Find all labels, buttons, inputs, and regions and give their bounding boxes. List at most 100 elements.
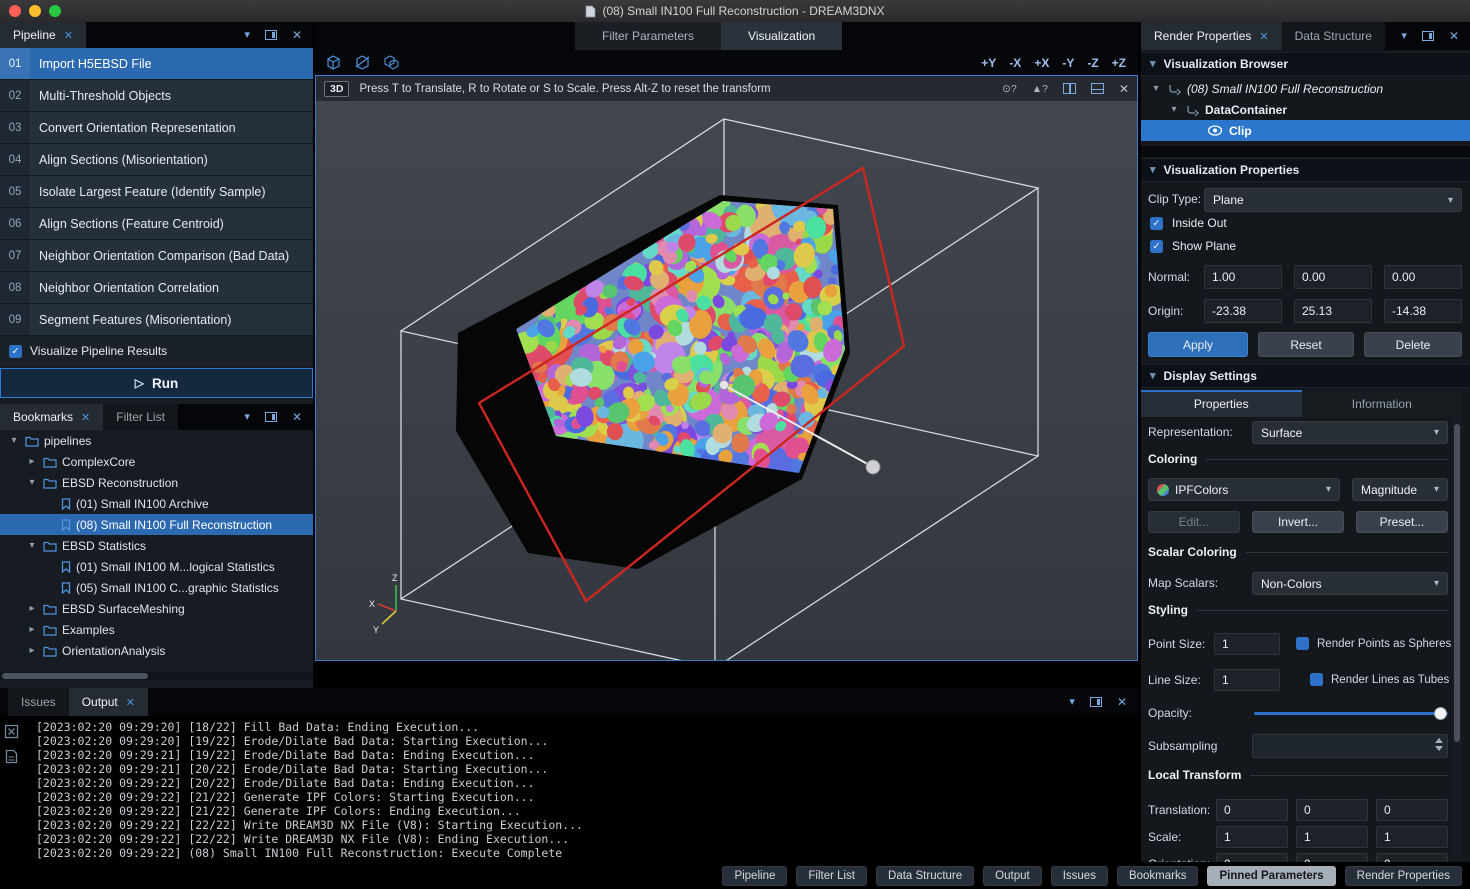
dock-menu-icon[interactable]: ▾ [244,30,250,41]
browser-row-clip[interactable]: Clip [1141,120,1470,141]
clip-geometry-icon[interactable] [353,53,372,72]
origin-x-input[interactable]: -23.38 [1204,299,1282,323]
apply-button[interactable]: Apply [1148,332,1248,357]
center-tab[interactable]: Visualization [721,22,842,50]
tree-chevron-icon[interactable]: ▾ [8,435,20,446]
center-tab[interactable]: Filter Parameters [575,22,721,50]
tab-filter-list[interactable]: Filter List [103,404,178,430]
clip-type-dropdown[interactable]: Plane ▾ [1204,188,1462,212]
status-bar-button[interactable]: Pinned Parameters [1207,866,1335,886]
tree-chevron-icon[interactable]: ▸ [26,456,38,467]
split-view-horizontal-icon[interactable] [1091,83,1104,94]
origin-z-input[interactable]: -14.38 [1384,299,1462,323]
tab-render-properties[interactable]: Render Properties ✕ [1141,22,1282,50]
view-dimension-badge[interactable]: 3D [324,81,349,97]
scrollbar-thumb[interactable] [2,673,148,679]
pipeline-step[interactable]: 04 Align Sections (Misorientation) [0,144,313,176]
status-bar-button[interactable]: Issues [1051,866,1108,886]
browser-row-pipeline[interactable]: ▾ (08) Small IN100 Full Reconstruction [1141,78,1470,99]
bookmark-tree-item[interactable]: (05) Small IN100 C...graphic Statistics [0,577,313,598]
dock-menu-icon[interactable]: ▾ [1069,697,1075,708]
tree-chevron-icon[interactable]: ▾ [1150,83,1162,94]
collapse-section-icon[interactable]: ▾ [1150,59,1156,70]
float-panel-icon[interactable] [265,30,277,40]
view-orientation-button[interactable]: +X [1034,56,1049,70]
minimize-window-button[interactable] [29,5,41,17]
origin-y-input[interactable]: 25.13 [1294,299,1372,323]
status-bar-button[interactable]: Filter List [796,866,867,886]
tree-chevron-icon[interactable]: ▸ [26,624,38,635]
translation-x-input[interactable]: 0 [1216,799,1288,821]
normal-x-input[interactable]: 1.00 [1204,265,1282,289]
close-tab-icon[interactable]: ✕ [1259,30,1268,43]
normal-y-input[interactable]: 0.00 [1294,265,1372,289]
float-panel-icon[interactable] [265,412,277,422]
tab-display-information[interactable]: Information [1302,390,1463,417]
bookmark-tree-item[interactable]: ▾ EBSD Statistics [0,535,313,556]
slice-geometry-icon[interactable] [382,53,401,72]
tree-chevron-icon[interactable]: ▸ [26,603,38,614]
probe-help-icon[interactable]: ⊙? [1002,83,1017,95]
status-bar-button[interactable]: Output [983,866,1042,886]
subsampling-spinbox[interactable] [1252,734,1448,758]
map-scalars-dropdown[interactable]: Non-Colors ▾ [1252,572,1448,595]
close-panel-icon[interactable]: ✕ [292,29,302,41]
translation-z-input[interactable]: 0 [1376,799,1448,821]
bookmark-tree-item[interactable]: ▸ EBSD SurfaceMeshing [0,598,313,619]
close-panel-icon[interactable]: ✕ [1117,696,1127,708]
pipeline-step[interactable]: 06 Align Sections (Feature Centroid) [0,208,313,240]
visualization-properties-header[interactable]: ▾ Visualization Properties [1141,158,1470,182]
edit-colors-button[interactable]: Edit... [1148,511,1240,533]
visualization-browser-header[interactable]: ▾ Visualization Browser [1141,52,1470,76]
bookmark-tree-item[interactable]: ▸ OrientationAnalysis [0,640,313,661]
reset-button[interactable]: Reset [1258,332,1354,357]
opacity-slider[interactable] [1254,712,1448,715]
render-points-checkbox[interactable] [1296,637,1309,650]
visualize-results-checkbox[interactable]: ✓ [9,345,22,358]
status-bar-button[interactable]: Data Structure [876,866,974,886]
view-orientation-button[interactable]: -Y [1062,56,1074,70]
view-orientation-button[interactable]: -X [1009,56,1021,70]
tree-chevron-icon[interactable]: ▾ [1168,104,1180,115]
delete-button[interactable]: Delete [1364,332,1462,357]
dock-menu-icon[interactable]: ▾ [1401,31,1407,42]
close-view-icon[interactable]: ✕ [1119,82,1129,96]
save-log-icon[interactable] [5,749,18,764]
browser-row-datacontainer[interactable]: ▾ DataContainer [1141,99,1470,120]
visibility-eye-icon[interactable] [1207,125,1223,136]
clear-output-icon[interactable] [4,724,19,739]
float-panel-icon[interactable] [1422,31,1434,41]
pipeline-step[interactable]: 09 Segment Features (Misorientation) [0,304,313,336]
bookmarks-horizontal-scrollbar[interactable] [0,672,313,680]
tab-issues[interactable]: Issues [8,688,69,716]
pipeline-step[interactable]: 02 Multi-Threshold Objects [0,80,313,112]
console-log[interactable]: [2023:02:20 09:29:20] [18/22] Fill Bad D… [36,720,1130,860]
float-panel-icon[interactable] [1090,697,1102,707]
show-plane-checkbox[interactable]: ✓ [1150,240,1163,253]
point-size-input[interactable]: 1 [1214,633,1280,655]
tree-chevron-icon[interactable]: ▾ [26,540,38,551]
coloring-array-dropdown[interactable]: IPFColors ▾ [1148,478,1340,501]
close-window-button[interactable] [9,5,21,17]
close-tab-icon[interactable]: ✕ [64,29,73,42]
pipeline-step[interactable]: 08 Neighbor Orientation Correlation [0,272,313,304]
bookmark-tree-item[interactable]: ▸ ComplexCore [0,451,313,472]
render-lines-checkbox[interactable] [1310,673,1323,686]
status-bar-button[interactable]: Bookmarks [1117,866,1199,886]
scale-z-input[interactable]: 1 [1376,826,1448,848]
3d-viewport[interactable]: Z X Y [316,101,1137,660]
status-bar-button[interactable]: Pipeline [722,866,787,886]
display-settings-scrollbar[interactable] [1452,418,1462,860]
component-dropdown[interactable]: Magnitude ▾ [1352,478,1448,501]
line-size-input[interactable]: 1 [1214,669,1280,691]
pipeline-step[interactable]: 03 Convert Orientation Representation [0,112,313,144]
translation-y-input[interactable]: 0 [1296,799,1368,821]
scale-x-input[interactable]: 1 [1216,826,1288,848]
normal-z-input[interactable]: 0.00 [1384,265,1462,289]
tab-output[interactable]: Output ✕ [69,688,148,716]
close-tab-icon[interactable]: ✕ [126,696,135,709]
bookmark-tree-item[interactable]: ▾ EBSD Reconstruction [0,472,313,493]
invert-colors-button[interactable]: Invert... [1252,511,1344,533]
bookmark-tree-item[interactable]: ▾ pipelines [0,430,313,451]
spin-up-icon[interactable] [1435,738,1443,743]
